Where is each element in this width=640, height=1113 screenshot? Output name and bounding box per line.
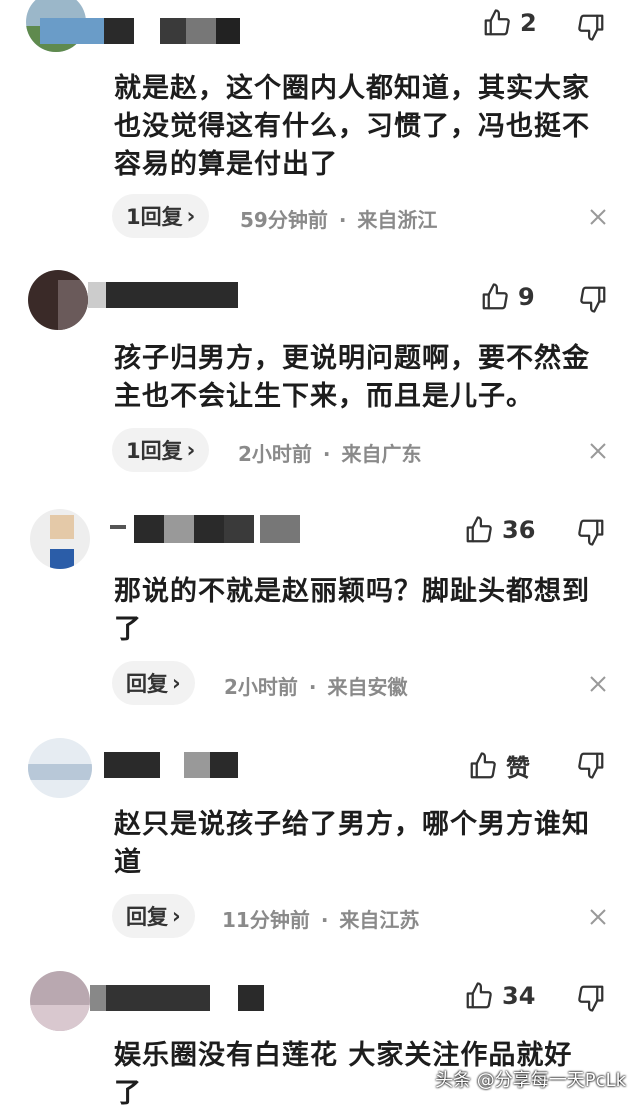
reply-button[interactable]: 回复 › <box>112 894 195 938</box>
username-redacted <box>104 752 238 778</box>
like-count: 36 <box>502 516 536 544</box>
like-count: 34 <box>502 982 536 1010</box>
reply-label: 1回复 <box>126 205 183 229</box>
location: 来自浙江 <box>357 208 438 232</box>
reply-label: 回复 <box>126 905 168 929</box>
reply-label: 1回复 <box>126 439 183 463</box>
comment-meta: 2小时前 · 来自广东 <box>238 438 421 467</box>
close-icon[interactable] <box>588 674 608 694</box>
timestamp: 2小时前 <box>224 675 298 699</box>
reply-label: 回复 <box>126 672 168 696</box>
chevron-right-icon: › <box>172 904 181 928</box>
comment-item: 2 就是赵，这个圈内人都知道，其实大家也没觉得这有什么，习惯了，冯也挺不容易的算… <box>0 0 640 245</box>
username-redacted <box>90 985 264 1011</box>
comment-item: 36 那说的不就是赵丽颖吗？脚趾头都想到了 回复 › 2小时前 · 来自安徽 <box>0 495 640 720</box>
location: 来自广东 <box>341 442 422 466</box>
thumbs-up-icon <box>470 751 496 778</box>
thumbs-down-icon[interactable] <box>576 12 606 42</box>
close-icon[interactable] <box>588 907 608 927</box>
comment-item: 9 孩子归男方，更说明问题啊，要不然金主也不会让生下来，而且是儿子。 1回复 ›… <box>0 260 640 490</box>
comment-text: 赵只是说孩子给了男方，哪个男方谁知道 <box>114 809 590 878</box>
timestamp: 2小时前 <box>238 442 312 466</box>
avatar[interactable] <box>30 509 90 569</box>
close-icon[interactable] <box>588 207 608 227</box>
like-count: 赞 <box>506 754 530 782</box>
thumbs-up-icon <box>482 283 508 310</box>
thumbs-down-icon[interactable] <box>578 284 608 314</box>
username-redacted <box>40 18 240 44</box>
comment-text: 就是赵，这个圈内人都知道，其实大家也没觉得这有什么，习惯了，冯也挺不容易的算是付… <box>114 73 590 180</box>
separator: · <box>322 442 331 466</box>
timestamp: 59分钟前 <box>240 208 328 232</box>
reply-button[interactable]: 1回复 › <box>112 428 210 472</box>
reply-button[interactable]: 回复 › <box>112 661 195 705</box>
chevron-right-icon: › <box>186 438 196 462</box>
comment-item: 赞 赵只是说孩子给了男方，哪个男方谁知道 回复 › 11分钟前 · 来自江苏 <box>0 730 640 960</box>
thumbs-down-icon[interactable] <box>576 750 606 780</box>
chevron-right-icon: › <box>186 204 196 228</box>
like-button[interactable]: 34 <box>464 981 535 1011</box>
reply-button[interactable]: 1回复 › <box>112 194 210 238</box>
comment-text: 那说的不就是赵丽颖吗？脚趾头都想到了 <box>114 576 590 645</box>
like-button[interactable]: 2 <box>482 8 537 38</box>
like-button[interactable]: 9 <box>480 282 535 312</box>
thumbs-down-icon[interactable] <box>576 517 606 547</box>
like-button[interactable]: 赞 <box>468 748 530 783</box>
username-redacted <box>110 515 300 543</box>
location: 来自江苏 <box>339 908 420 932</box>
thumbs-up-icon <box>484 9 510 36</box>
thumbs-down-icon[interactable] <box>576 983 606 1013</box>
watermark: 头条 @分享每一天PcLk <box>435 1070 626 1091</box>
separator: · <box>338 208 347 232</box>
close-icon[interactable] <box>588 441 608 461</box>
avatar[interactable] <box>28 270 88 330</box>
avatar[interactable] <box>28 738 92 798</box>
like-count: 2 <box>520 9 537 37</box>
timestamp: 11分钟前 <box>222 908 310 932</box>
chevron-right-icon: › <box>172 671 181 695</box>
comment-meta: 59分钟前 · 来自浙江 <box>240 204 437 233</box>
like-button[interactable]: 36 <box>464 515 535 545</box>
like-count: 9 <box>518 283 535 311</box>
avatar[interactable] <box>30 971 90 1031</box>
separator: · <box>320 908 329 932</box>
comment-meta: 11分钟前 · 来自江苏 <box>222 904 419 933</box>
separator: · <box>308 675 317 699</box>
thumbs-up-icon <box>466 516 492 543</box>
thumbs-up-icon <box>466 982 492 1009</box>
location: 来自安徽 <box>327 675 408 699</box>
comment-meta: 2小时前 · 来自安徽 <box>224 671 407 700</box>
username-redacted <box>88 282 238 308</box>
comment-text: 孩子归男方，更说明问题啊，要不然金主也不会让生下来，而且是儿子。 <box>114 343 590 412</box>
